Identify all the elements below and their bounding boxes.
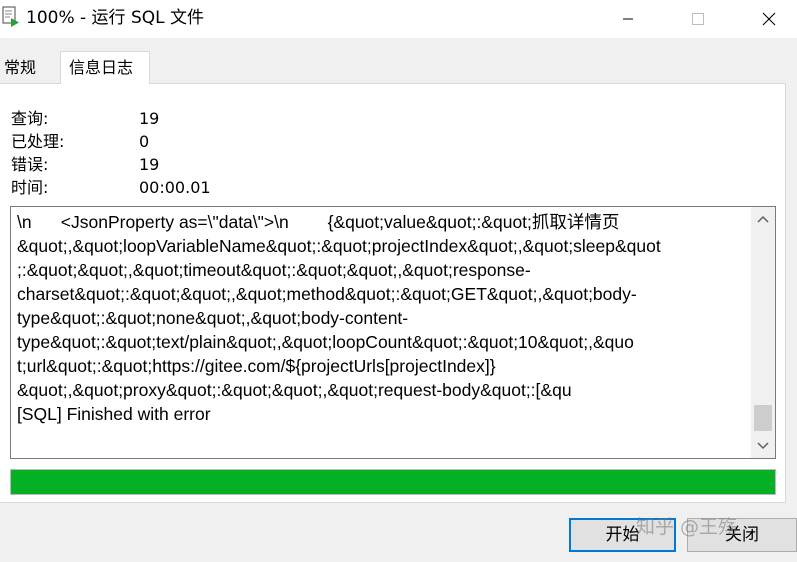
stat-errors: 错误: 19 [11, 153, 159, 176]
progress-fill [11, 470, 775, 494]
minimize-icon [623, 18, 633, 20]
stat-value: 00:00.01 [139, 178, 211, 197]
stat-value: 19 [139, 155, 160, 174]
title-bar: 100% - 运行 SQL 文件 [0, 0, 797, 38]
close-button[interactable]: 关闭 [687, 518, 797, 552]
log-line: &quot;,&quot;loopVariableName&quot;:&quo… [17, 236, 661, 256]
stat-label: 时间: [11, 178, 49, 197]
log-line: &quot;,&quot;proxy&quot;:&quot;&quot;,&q… [17, 380, 572, 400]
vertical-scrollbar[interactable] [751, 207, 775, 458]
log-line: ;:&quot;&quot;,&quot;timeout&quot;:&quot… [17, 260, 531, 280]
log-line: t;url&quot;:&quot;https://gitee.com/${pr… [17, 356, 496, 376]
minimize-button[interactable] [605, 0, 651, 38]
log-line: type&quot;:&quot;none&quot;,&quot;body-c… [17, 308, 409, 328]
maximize-button[interactable] [675, 0, 721, 38]
scroll-up-button[interactable] [751, 207, 775, 231]
log-line: type&quot;:&quot;text/plain&quot;,&quot;… [17, 332, 634, 352]
log-text: \n <JsonProperty as=\"data\">\n {&quot;v… [17, 210, 747, 426]
scroll-down-button[interactable] [751, 434, 775, 458]
log-textarea[interactable]: \n <JsonProperty as=\"data\">\n {&quot;v… [10, 206, 776, 459]
stat-label: 查询: [11, 109, 49, 128]
window-title: 100% - 运行 SQL 文件 [26, 8, 204, 28]
run-sql-icon [2, 6, 19, 27]
info-log-panel: 查询: 19 已处理: 0 错误: 19 时间: 00:00.01 \n <JsonPr… [0, 83, 786, 503]
tab-general[interactable]: 常规 [0, 53, 56, 83]
maximize-icon [692, 13, 704, 25]
close-window-button[interactable] [746, 0, 792, 38]
progress-bar [10, 469, 776, 495]
tab-strip: 常规 信息日志 [0, 51, 797, 84]
stat-queries: 查询: 19 [11, 107, 159, 130]
dialog-body: 常规 信息日志 查询: 19 已处理: 0 错误: 19 时间: 00:00.01 \n… [0, 38, 797, 562]
stat-value: 19 [139, 109, 160, 128]
log-line: [SQL] Finished with error [17, 404, 211, 424]
chevron-down-icon [757, 442, 769, 450]
close-icon [762, 12, 776, 26]
stat-processed: 已处理: 0 [11, 130, 149, 153]
log-line: \n <JsonProperty as=\"data\">\n {&quot;v… [17, 212, 620, 232]
scrollbar-thumb[interactable] [754, 405, 772, 431]
stat-time: 时间: 00:00.01 [11, 176, 211, 199]
chevron-up-icon [757, 215, 769, 223]
stat-label: 已处理: [11, 132, 65, 151]
stat-value: 0 [139, 132, 150, 151]
stat-label: 错误: [11, 155, 49, 174]
log-line: charset&quot;:&quot;&quot;,&quot;method&… [17, 284, 637, 304]
start-button[interactable]: 开始 [569, 518, 676, 552]
tab-info-log[interactable]: 信息日志 [60, 51, 150, 84]
